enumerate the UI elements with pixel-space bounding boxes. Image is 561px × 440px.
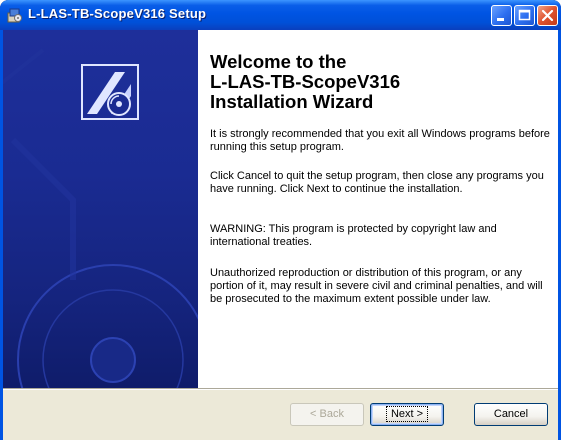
window-title: L-LAS-TB-ScopeV316 Setup <box>28 6 207 21</box>
welcome-content: Welcome to the L-LAS-TB-ScopeV316 Instal… <box>210 30 550 388</box>
minimize-button[interactable] <box>491 5 512 26</box>
back-button-label: < Back <box>310 408 344 420</box>
setup-icon <box>7 8 22 23</box>
maximize-button[interactable] <box>514 5 535 26</box>
next-button[interactable]: Next > <box>370 403 444 426</box>
back-button[interactable]: < Back <box>290 403 364 426</box>
next-button-label: Next > <box>385 406 429 422</box>
close-button[interactable] <box>537 5 558 26</box>
maximize-icon <box>518 9 531 21</box>
wizard-side-banner <box>3 30 198 388</box>
cancel-button[interactable]: Cancel <box>474 403 548 426</box>
minimize-icon <box>497 18 504 21</box>
installer-logo-icon <box>81 64 139 120</box>
heading-line-3: Installation Wizard <box>210 91 374 112</box>
exit-programs-text: It is strongly recommended that you exit… <box>210 128 550 153</box>
welcome-heading: Welcome to the L-LAS-TB-ScopeV316 Instal… <box>210 52 550 112</box>
wizard-button-bar: < Back Next > Cancel <box>3 390 558 440</box>
unauthorized-notice: Unauthorized reproduction or distributio… <box>210 267 543 305</box>
cancel-button-label: Cancel <box>493 408 529 420</box>
heading-line-2: L-LAS-TB-ScopeV316 <box>210 71 401 92</box>
close-icon <box>541 9 554 22</box>
setup-window: L-LAS-TB-ScopeV316 Setup Welcome to the … <box>0 0 561 440</box>
copyright-warning: WARNING: This program is protected by co… <box>210 223 497 248</box>
heading-line-1: Welcome to the <box>210 51 347 72</box>
wizard-client-area: Welcome to the L-LAS-TB-ScopeV316 Instal… <box>3 30 558 440</box>
cancel-next-instructions: Click Cancel to quit the setup program, … <box>210 170 544 195</box>
title-bar[interactable]: L-LAS-TB-ScopeV316 Setup <box>0 0 561 30</box>
